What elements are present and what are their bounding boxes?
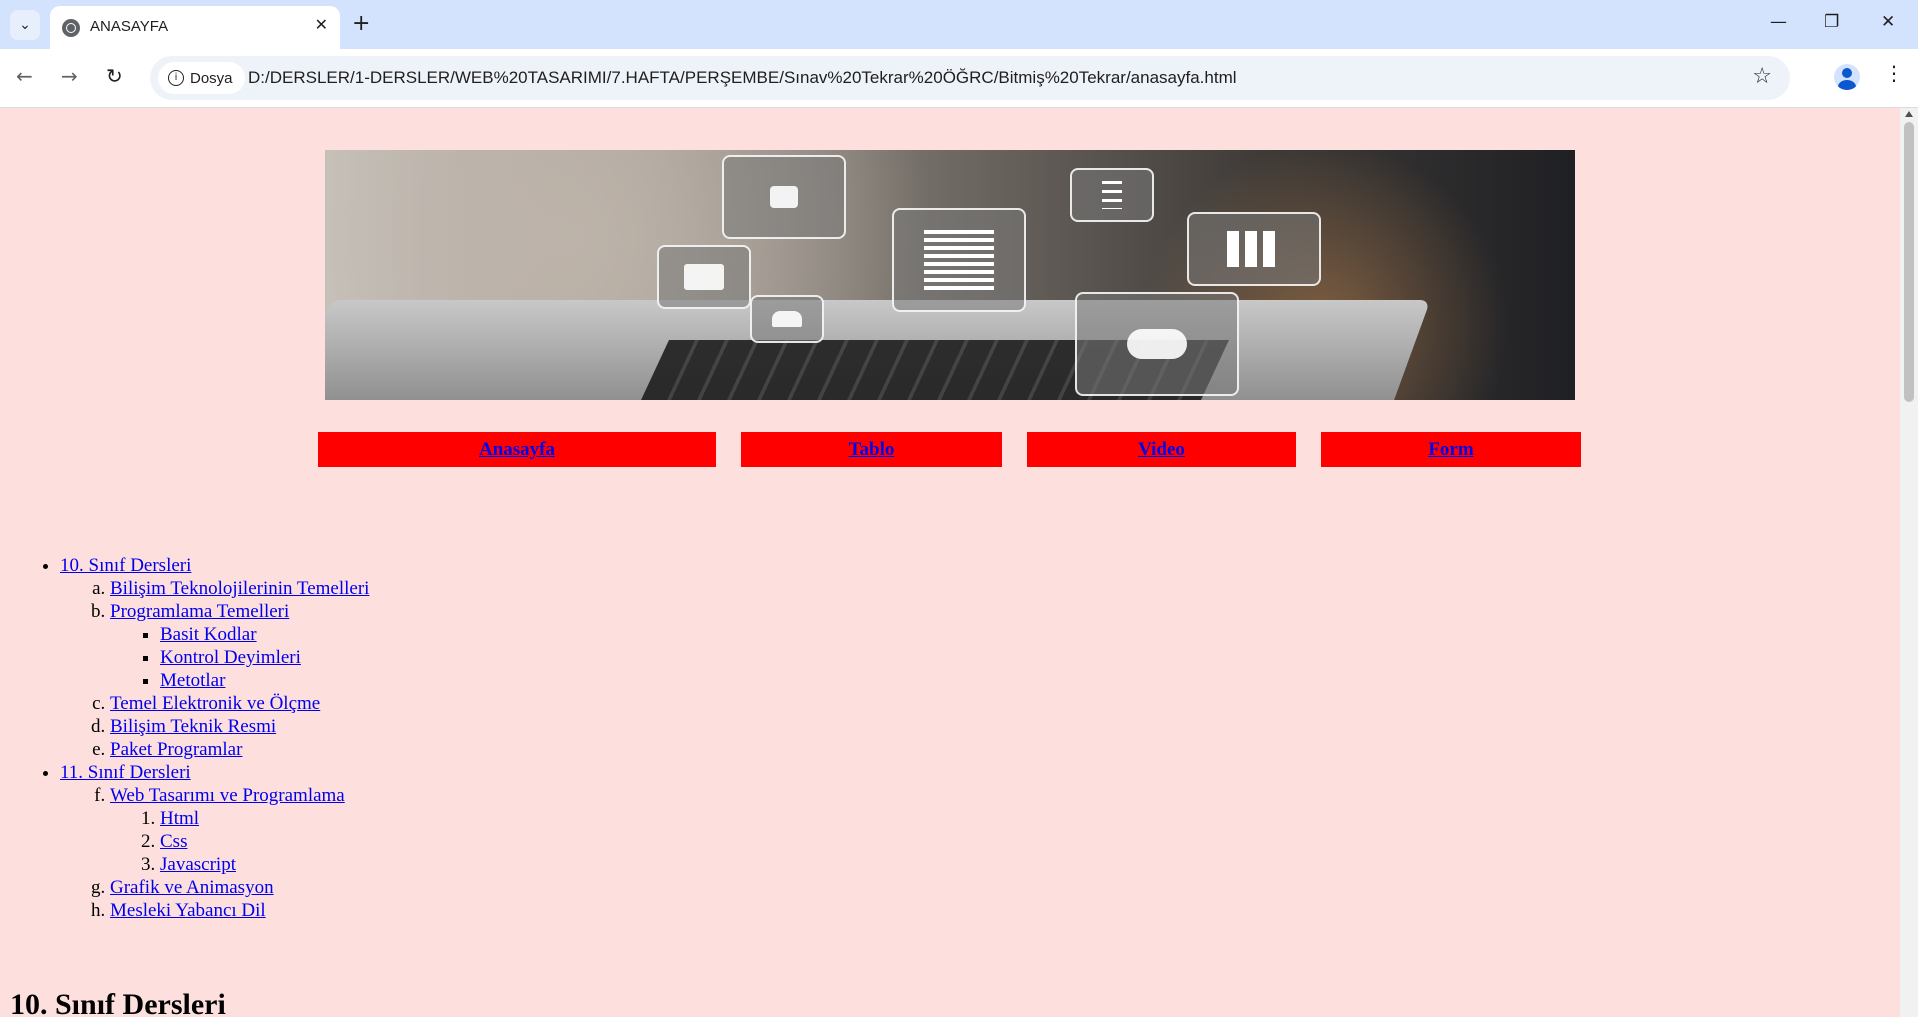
list-item: Javascript <box>160 853 369 876</box>
link-topic[interactable]: Kontrol Deyimleri <box>160 647 301 668</box>
browser-tab[interactable]: ANASAYFA ✕ <box>50 6 340 49</box>
list-item-grade10: 10. Sınıf Dersleri Bilişim Teknolojileri… <box>60 554 369 761</box>
web-topics: Html Css Javascript <box>110 807 369 876</box>
link-topic[interactable]: Css <box>160 831 187 852</box>
scroll-up-icon[interactable] <box>1905 111 1913 117</box>
books-icon <box>1187 212 1321 286</box>
grade11-courses: Web Tasarımı ve Programlama Html Css Jav… <box>60 784 369 922</box>
security-chip[interactable]: i Dosya <box>158 62 245 94</box>
link-topic[interactable]: Basit Kodlar <box>160 624 257 645</box>
document-icon <box>892 208 1026 312</box>
list-item: Temel Elektronik ve Ölçme <box>110 692 369 715</box>
link-topic[interactable]: Javascript <box>160 854 236 875</box>
page-scrollbar[interactable] <box>1900 108 1918 1017</box>
link-course[interactable]: Temel Elektronik ve Ölçme <box>110 693 320 714</box>
star-icon[interactable]: ☆ <box>1752 64 1772 89</box>
link-course[interactable]: Bilişim Teknik Resmi <box>110 716 276 737</box>
nav-cell-anasayfa: Anasayfa <box>318 432 716 467</box>
nav-cell-video: Video <box>1027 432 1296 467</box>
link-course[interactable]: Web Tasarımı ve Programlama <box>110 785 345 806</box>
checklist-icon <box>1070 168 1154 222</box>
nav-cell-tablo: Tablo <box>741 432 1002 467</box>
link-grade10[interactable]: 10. Sınıf Dersleri <box>60 555 191 576</box>
grade-list: 10. Sınıf Dersleri Bilişim Teknolojileri… <box>0 554 369 922</box>
restore-icon[interactable]: ❐ <box>1824 12 1839 32</box>
minimize-icon[interactable]: — <box>1770 12 1787 32</box>
list-item: Html <box>160 807 369 830</box>
link-course[interactable]: Mesleki Yabancı Dil <box>110 900 266 921</box>
close-icon[interactable]: ✕ <box>315 15 328 34</box>
programming-topics: Basit Kodlar Kontrol Deyimleri Metotlar <box>110 623 369 692</box>
list-item: Programlama Temelleri Basit Kodlar Kontr… <box>110 600 369 692</box>
plus-icon[interactable]: + <box>352 11 370 37</box>
list-item: Paket Programlar <box>110 738 369 761</box>
nav-link-video[interactable]: Video <box>1138 439 1185 461</box>
link-topic[interactable]: Metotlar <box>160 670 225 691</box>
profile-icon[interactable] <box>1834 64 1860 90</box>
menu-icon[interactable]: ⋮ <box>1884 61 1904 85</box>
browser-tab-bar: ⌄ ANASAYFA ✕ + — ❐ ✕ <box>0 0 1918 49</box>
url-text[interactable]: D:/DERSLER/1-DERSLER/WEB%20TASARIMI/7.HA… <box>248 68 1237 88</box>
reload-icon[interactable]: ↻ <box>106 64 123 88</box>
list-item: Bilişim Teknolojilerinin Temelleri <box>110 577 369 600</box>
list-item: Grafik ve Animasyon <box>110 876 369 899</box>
globe-icon <box>62 19 80 37</box>
back-icon[interactable]: ← <box>16 64 33 88</box>
header-banner-image <box>325 150 1575 400</box>
cloud-upload-icon <box>1075 292 1239 396</box>
forward-icon[interactable]: → <box>61 64 78 88</box>
nav-link-tablo[interactable]: Tablo <box>849 439 895 461</box>
address-bar[interactable]: i Dosya D:/DERSLER/1-DERSLER/WEB%20TASAR… <box>150 56 1790 100</box>
list-item: Kontrol Deyimleri <box>160 646 369 669</box>
link-course[interactable]: Bilişim Teknolojilerinin Temelleri <box>110 578 369 599</box>
list-item: Css <box>160 830 369 853</box>
info-icon: i <box>168 70 184 86</box>
list-item: Web Tasarımı ve Programlama Html Css Jav… <box>110 784 369 876</box>
users-icon <box>750 295 824 343</box>
link-topic[interactable]: Html <box>160 808 199 829</box>
browser-toolbar: ← → ↻ i Dosya D:/DERSLER/1-DERSLER/WEB%2… <box>0 49 1918 108</box>
tab-list-icon[interactable]: ⌄ <box>10 10 40 40</box>
link-course[interactable]: Grafik ve Animasyon <box>110 877 274 898</box>
course-list: 10. Sınıf Dersleri Bilişim Teknolojileri… <box>0 554 369 922</box>
link-course[interactable]: Programlama Temelleri <box>110 601 289 622</box>
page-viewport: Anasayfa Tablo Video Form 10. Sınıf Ders… <box>0 108 1900 1017</box>
scroll-thumb[interactable] <box>1904 122 1914 402</box>
list-item: Mesleki Yabancı Dil <box>110 899 369 922</box>
folder-icon <box>657 245 751 309</box>
link-grade11[interactable]: 11. Sınıf Dersleri <box>60 762 191 783</box>
grade10-courses: Bilişim Teknolojilerinin Temelleri Progr… <box>60 577 369 761</box>
nav-cell-form: Form <box>1321 432 1581 467</box>
nav-link-form[interactable]: Form <box>1428 439 1473 461</box>
section-heading: 10. Sınıf Dersleri <box>10 988 226 1017</box>
link-course[interactable]: Paket Programlar <box>110 739 242 760</box>
security-chip-label: Dosya <box>190 69 233 87</box>
list-item-grade11: 11. Sınıf Dersleri Web Tasarımı ve Progr… <box>60 761 369 922</box>
lock-icon <box>722 155 846 239</box>
nav-link-anasayfa[interactable]: Anasayfa <box>479 439 555 461</box>
list-item: Bilişim Teknik Resmi <box>110 715 369 738</box>
tab-title: ANASAYFA <box>90 18 169 35</box>
list-item: Basit Kodlar <box>160 623 369 646</box>
list-item: Metotlar <box>160 669 369 692</box>
window-close-icon[interactable]: ✕ <box>1881 12 1895 32</box>
